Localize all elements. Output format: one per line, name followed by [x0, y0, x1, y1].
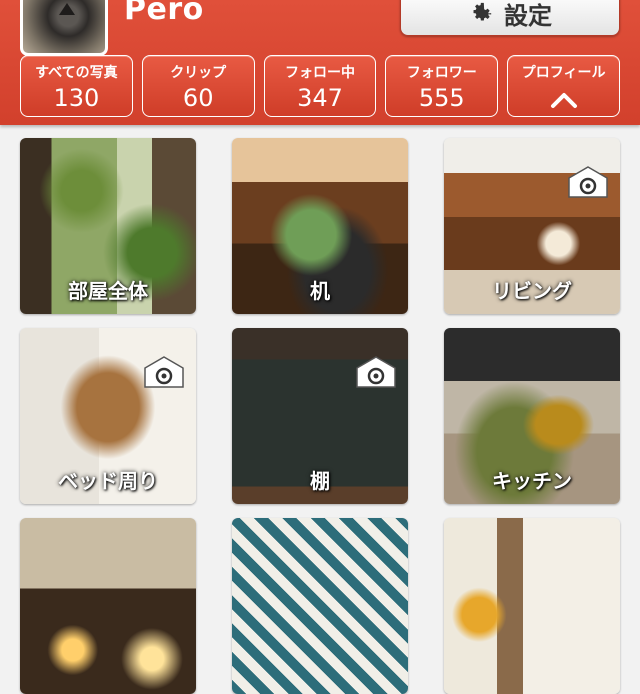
- stat-value: 347: [297, 84, 343, 112]
- stat-label: フォロー中: [284, 65, 355, 81]
- stat-all-photos[interactable]: すべての写真 130: [20, 55, 133, 117]
- tile-label: 部屋全体: [68, 279, 148, 303]
- tile-label: 棚: [310, 469, 330, 493]
- photo-grid: 部屋全体 机 リビング ベッド周り 棚 キッチン: [20, 138, 620, 694]
- photo-tile[interactable]: ベッド周り: [20, 328, 196, 504]
- tile-label: リビング: [492, 279, 572, 303]
- stat-label: フォロワー: [406, 65, 477, 81]
- stats-bar: すべての写真 130 クリップ 60 フォロー中 347 フォロワー 555 プ…: [20, 55, 620, 117]
- stat-label: すべての写真: [35, 65, 118, 81]
- photo-tile[interactable]: 棚: [232, 328, 408, 504]
- tile-label: キッチン: [492, 469, 572, 493]
- tile-label: ベッド周り: [58, 469, 158, 493]
- photo-tile[interactable]: 部屋全体: [20, 138, 196, 314]
- camera-house-icon: [356, 356, 396, 388]
- chevron-up-icon: [550, 93, 577, 108]
- stat-profile[interactable]: プロフィール: [507, 55, 620, 117]
- stat-label: プロフィール: [521, 65, 606, 81]
- photo-tile[interactable]: [20, 518, 196, 694]
- stat-value: 555: [418, 84, 465, 112]
- photo-tile[interactable]: リビング: [444, 138, 620, 314]
- photo-tile[interactable]: キッチン: [444, 328, 620, 504]
- stat-label: クリップ: [170, 65, 227, 81]
- settings-button[interactable]: 設定: [400, 0, 620, 36]
- tile-label: 机: [310, 279, 330, 303]
- stat-clips[interactable]: クリップ 60: [141, 55, 255, 117]
- stat-followers[interactable]: フォロワー 555: [385, 55, 499, 117]
- avatar[interactable]: [20, 0, 108, 56]
- camera-house-icon: [568, 166, 608, 198]
- profile-header: Pero 設定 すべての写真 130 クリップ 60 フォロー中 347 フォロ…: [0, 0, 640, 125]
- photo-tile[interactable]: [232, 518, 408, 694]
- photo-tile[interactable]: 机: [232, 138, 408, 314]
- username: Pero: [124, 0, 204, 27]
- settings-label: 設定: [504, 1, 552, 30]
- gear-icon: [473, 2, 492, 21]
- stat-value: 60: [182, 84, 214, 112]
- stat-following[interactable]: フォロー中 347: [263, 55, 377, 117]
- camera-house-icon: [144, 356, 184, 388]
- stat-value: 130: [53, 84, 100, 112]
- cat-ear-shape: [59, 3, 75, 15]
- photo-tile[interactable]: [444, 518, 620, 694]
